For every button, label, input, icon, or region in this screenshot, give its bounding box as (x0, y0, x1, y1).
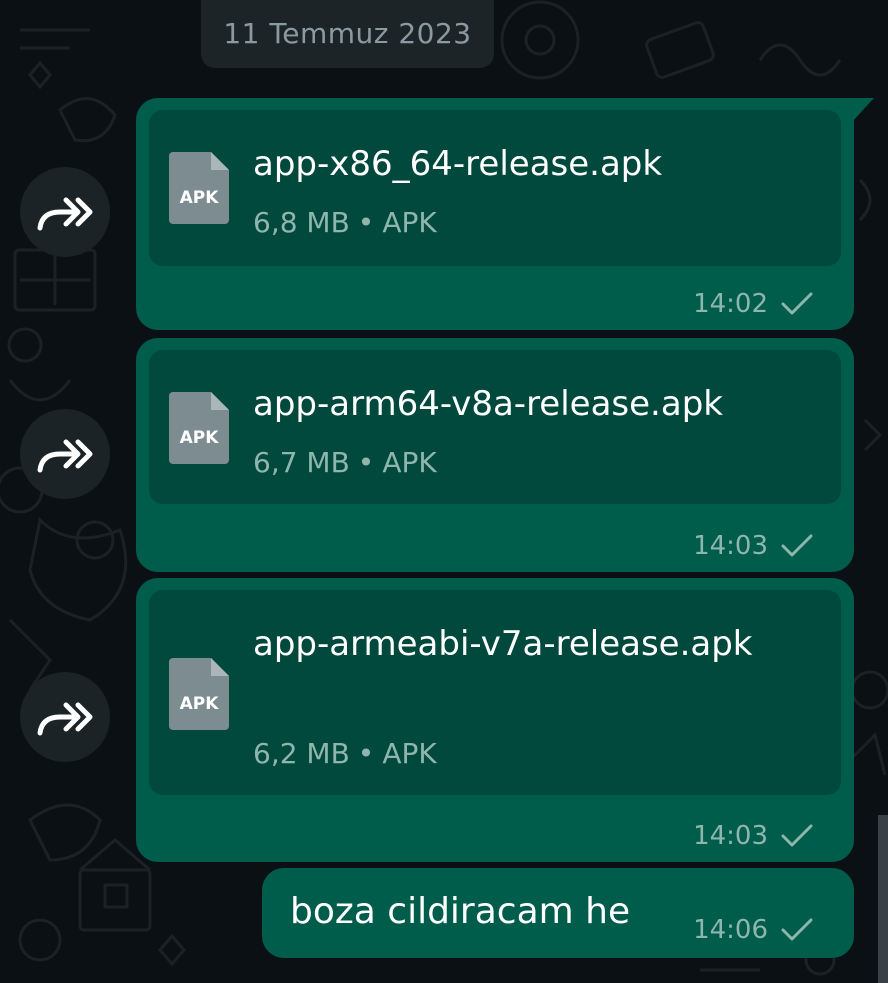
file-name: app-arm64-v8a-release.apk (253, 384, 723, 424)
file-size: 6,8 MB (253, 206, 350, 239)
sent-check-icon (781, 292, 813, 315)
time-label: 14:03 (693, 821, 768, 851)
forward-icon (37, 197, 93, 231)
apk-file-icon: APK (169, 152, 229, 224)
file-meta: 6,2 MB • APK (253, 737, 437, 770)
sent-check-icon (781, 918, 813, 941)
sent-check-icon (781, 824, 813, 847)
time-label: 14:02 (693, 289, 768, 319)
file-meta: 6,8 MB • APK (253, 206, 437, 239)
file-name: app-armeabi-v7a-release.apk (253, 624, 753, 664)
file-meta: 6,7 MB • APK (253, 446, 437, 479)
date-chip: 11 Temmuz 2023 (201, 0, 494, 68)
forward-icon (37, 439, 93, 473)
document-card[interactable]: APK app-arm64-v8a-release.apk 6,7 MB • APK (149, 350, 841, 504)
bubble-tail (852, 98, 874, 122)
file-type: APK (382, 737, 437, 770)
forward-button[interactable] (20, 409, 110, 499)
message-bubble[interactable]: APK app-x86_64-release.apk 6,8 MB • APK 14… (136, 98, 874, 330)
apk-file-icon: APK (169, 658, 229, 730)
document-card[interactable]: APK app-armeabi-v7a-release.apk 6,2 MB • A… (149, 590, 841, 795)
message-time: 14:02 (693, 288, 814, 320)
message-text: boza cildiracam he (290, 891, 631, 932)
message-time: 14:03 (693, 530, 814, 562)
forward-icon (37, 702, 93, 736)
message-bubble[interactable]: APK app-arm64-v8a-release.apk 6,7 MB • APK… (136, 338, 854, 572)
scrollbar[interactable] (878, 815, 888, 983)
forward-button[interactable] (20, 167, 110, 257)
file-size: 6,2 MB (253, 737, 350, 770)
message-bubble[interactable]: APK app-armeabi-v7a-release.apk 6,2 MB • A… (136, 578, 854, 862)
file-icon-label: APK (180, 188, 220, 208)
message-time: 14:03 (693, 820, 814, 852)
text-message-bubble[interactable]: boza cildiracam he 14:06 (262, 868, 854, 958)
sent-check-icon (781, 534, 813, 557)
file-type: APK (382, 446, 437, 479)
file-name: app-x86_64-release.apk (253, 144, 663, 184)
file-icon-label: APK (180, 428, 220, 448)
file-icon-label: APK (180, 694, 220, 714)
apk-file-icon: APK (169, 392, 229, 464)
document-card[interactable]: APK app-x86_64-release.apk 6,8 MB • APK (149, 110, 841, 266)
time-label: 14:06 (693, 915, 768, 945)
file-size: 6,7 MB (253, 446, 350, 479)
forward-button[interactable] (20, 672, 110, 762)
file-type: APK (382, 206, 437, 239)
message-time: 14:06 (693, 914, 814, 946)
time-label: 14:03 (693, 531, 768, 561)
